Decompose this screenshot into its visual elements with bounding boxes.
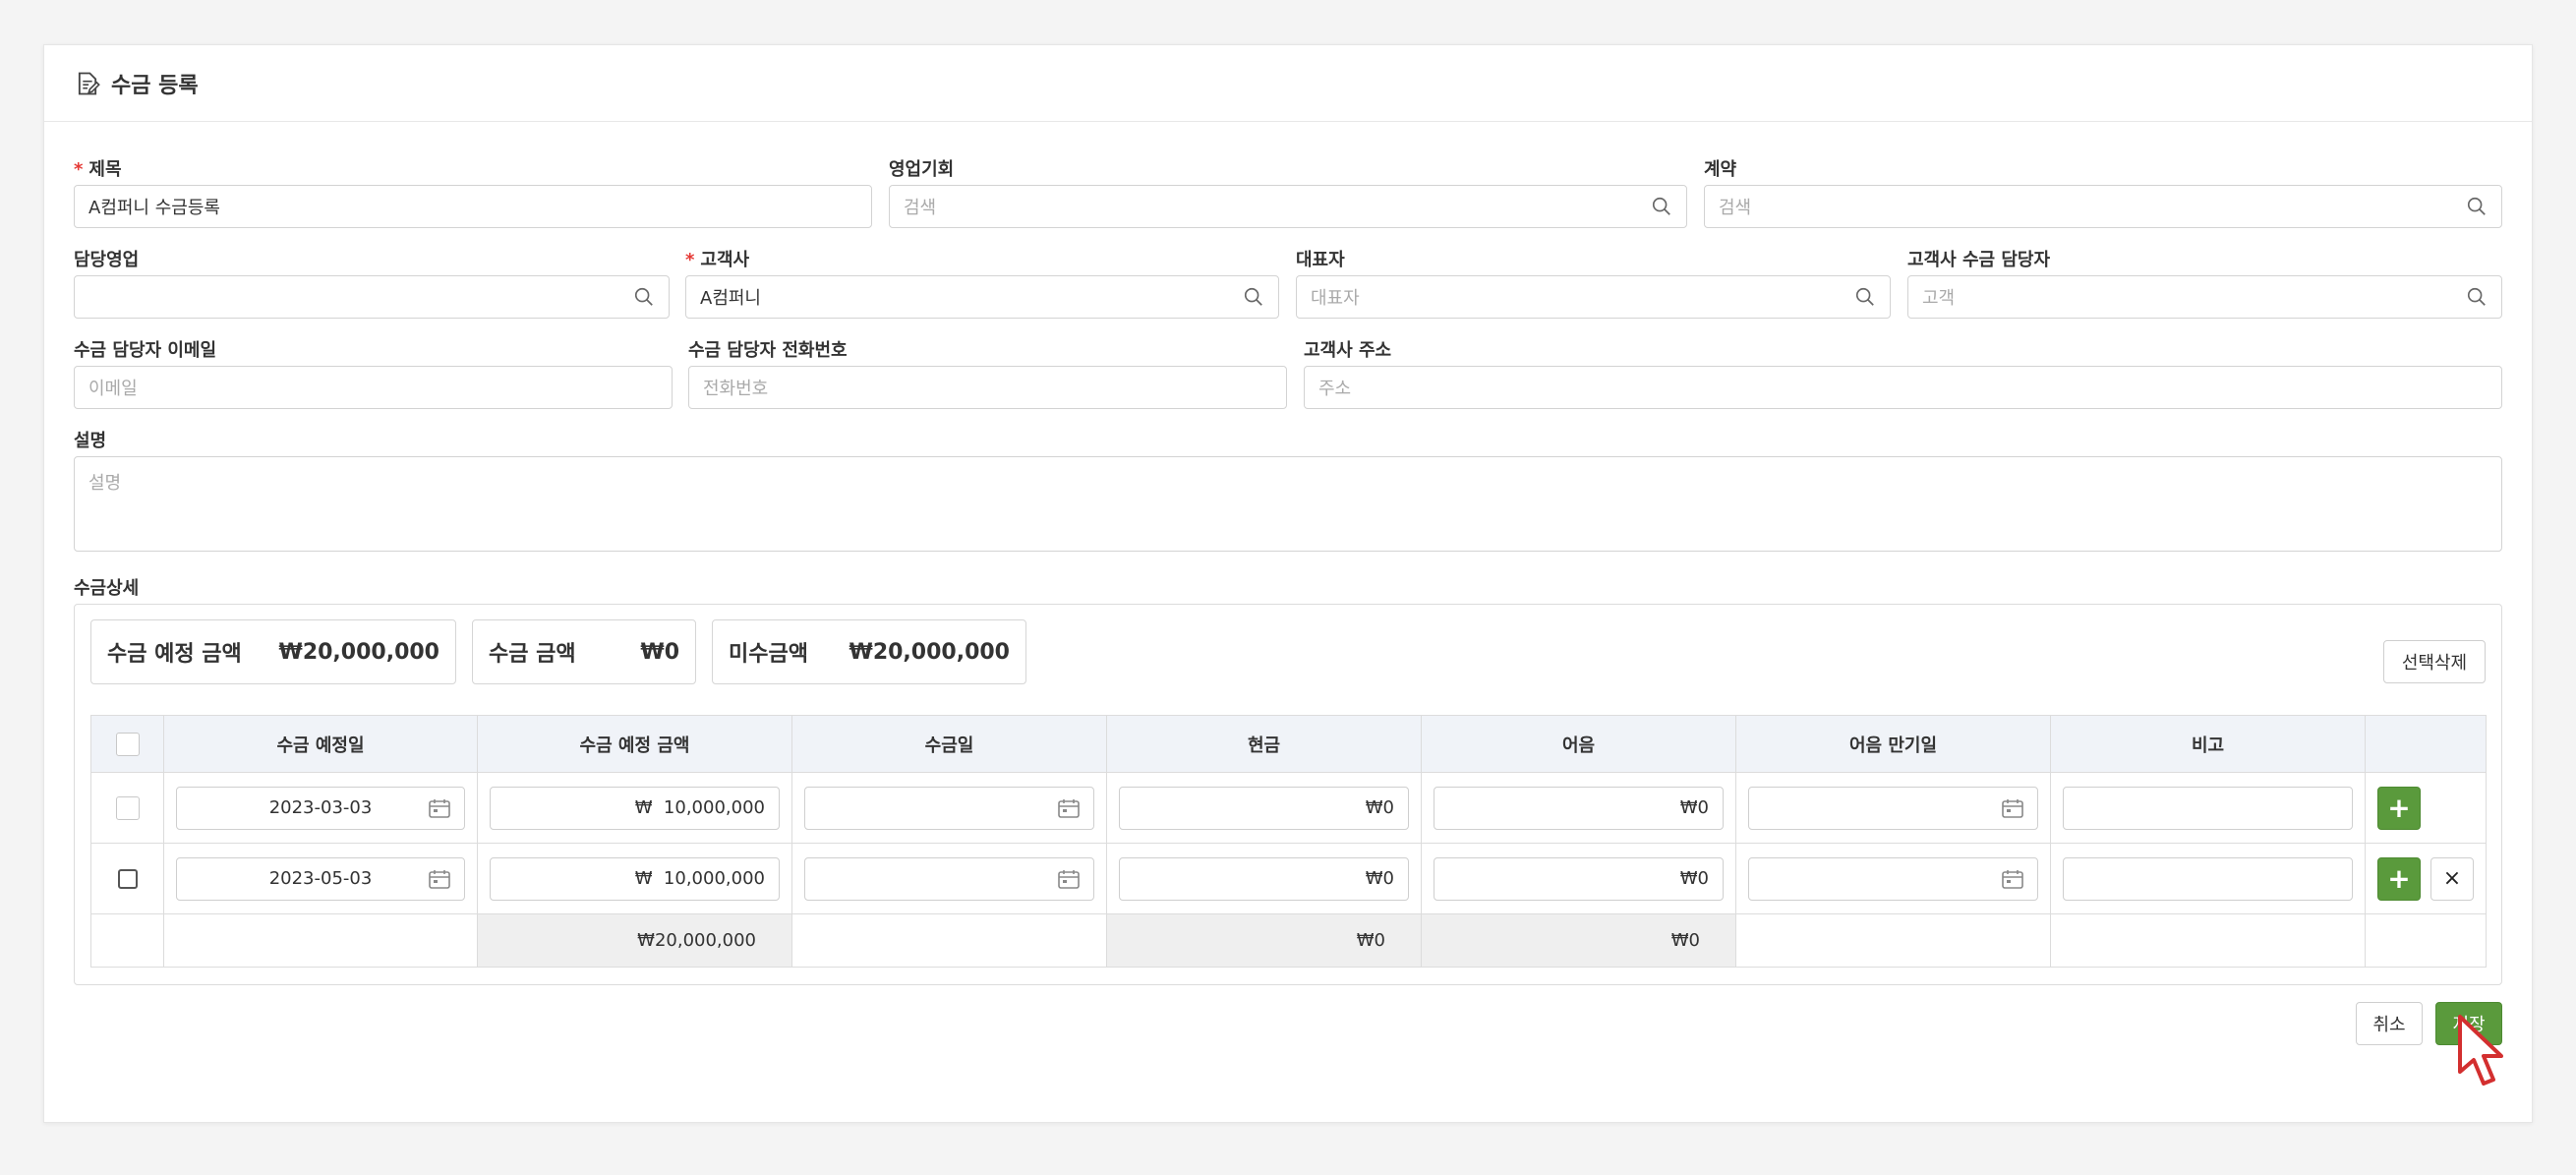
opportunity-search-input[interactable]: 검색	[889, 185, 1687, 228]
contact-email-label: 수금 담당자 이메일	[74, 340, 217, 361]
column-header: 수금일	[791, 715, 1107, 773]
description-label: 설명	[74, 431, 107, 451]
summary-value: ₩20,000,000	[278, 639, 439, 665]
summary-value: ₩20,000,000	[849, 639, 1010, 665]
summary-label: 수금 금액	[489, 642, 576, 667]
page-title: 수금 등록	[111, 73, 199, 98]
column-header: 어음	[1421, 715, 1736, 773]
cancel-button[interactable]: 취소	[2356, 1002, 2423, 1045]
total-note-bill: ₩0	[1670, 930, 1700, 951]
contract-search-input[interactable]: 검색	[1704, 185, 2502, 228]
summary-outstanding-amount: 미수금액 ₩20,000,000	[712, 619, 1026, 684]
actions-header	[2365, 715, 2487, 773]
remark-input[interactable]	[2063, 856, 2353, 901]
search-icon[interactable]	[2466, 196, 2488, 217]
collected-date-input[interactable]	[804, 786, 1094, 830]
summary-collected-amount: 수금 금액 ₩0	[472, 619, 696, 684]
scheduled-date-input[interactable]: 2023-05-03	[176, 856, 465, 901]
document-edit-icon	[78, 72, 100, 94]
remove-row-button[interactable]: ×	[2430, 856, 2474, 901]
column-header: 어음 만기일	[1735, 715, 2051, 773]
calendar-icon[interactable]	[429, 798, 450, 818]
title-input[interactable]: A컴퍼니 수금등록	[74, 185, 872, 228]
collected-date-input[interactable]	[804, 856, 1094, 901]
description-textarea[interactable]: 설명	[74, 456, 2502, 552]
search-icon[interactable]	[633, 286, 655, 308]
calendar-icon[interactable]	[1058, 869, 1080, 889]
scheduled-amount-input[interactable]: ₩ 10,000,000	[490, 786, 780, 830]
search-icon[interactable]	[1854, 286, 1876, 308]
delete-selected-button[interactable]: 선택삭제	[2383, 640, 2486, 683]
customer-label: * 고객사	[685, 250, 750, 270]
add-row-button[interactable]: +	[2377, 856, 2421, 901]
cash-input[interactable]: ₩0	[1119, 856, 1409, 901]
note-bill-input[interactable]: ₩0	[1434, 786, 1724, 830]
summary-label: 미수금액	[729, 642, 808, 667]
scheduled-amount-input[interactable]: ₩ 10,000,000	[490, 856, 780, 901]
table-row: 2023-05-03 ₩ 10,000,000 ₩0 ₩0 + ×	[90, 843, 2487, 914]
calendar-icon[interactable]	[2002, 798, 2023, 818]
mouse-pointer-icon	[2458, 1015, 2503, 1086]
select-all-checkbox[interactable]	[115, 732, 140, 756]
column-header: 수금 예정 금액	[477, 715, 792, 773]
summary-label: 수금 예정 금액	[107, 642, 242, 667]
note-bill-input[interactable]: ₩0	[1434, 856, 1724, 901]
search-icon[interactable]	[2466, 286, 2488, 308]
column-header: 현금	[1106, 715, 1422, 773]
title-label: * 제목	[74, 159, 122, 180]
summary-value: ₩0	[640, 639, 679, 665]
bill-due-date-input[interactable]	[1748, 786, 2038, 830]
summary-scheduled-amount: 수금 예정 금액 ₩20,000,000	[90, 619, 456, 684]
table-row: 2023-03-03 ₩ 10,000,000 ₩0 ₩0 +	[90, 772, 2487, 844]
calendar-icon[interactable]	[1058, 798, 1080, 818]
bill-due-date-input[interactable]	[1748, 856, 2038, 901]
select-all-cell	[90, 715, 164, 773]
column-header: 비고	[2050, 715, 2366, 773]
opportunity-label: 영업기회	[889, 159, 955, 180]
scheduled-date-input[interactable]: 2023-03-03	[176, 786, 465, 830]
representative-label: 대표자	[1296, 250, 1345, 270]
contact-email-input[interactable]: 이메일	[74, 366, 673, 409]
add-row-button[interactable]: +	[2377, 786, 2421, 830]
total-cash: ₩0	[1356, 930, 1385, 951]
remark-input[interactable]	[2063, 786, 2353, 830]
customer-address-input[interactable]: 주소	[1304, 366, 2502, 409]
customer-contact-label: 고객사 수금 담당자	[1907, 250, 2051, 270]
total-scheduled-amount: ₩20,000,000	[637, 930, 756, 951]
search-icon[interactable]	[1243, 286, 1264, 308]
customer-input[interactable]: A컴퍼니	[685, 275, 1279, 319]
contact-phone-label: 수금 담당자 전화번호	[688, 340, 848, 361]
totals-row: ₩20,000,000 ₩0 ₩0	[90, 913, 2487, 968]
sales-rep-label: 담당영업	[74, 250, 140, 270]
cash-input[interactable]: ₩0	[1119, 786, 1409, 830]
customer-contact-input[interactable]: 고객	[1907, 275, 2502, 319]
calendar-icon[interactable]	[2002, 869, 2023, 889]
row-checkbox[interactable]	[117, 868, 138, 889]
search-icon[interactable]	[1651, 196, 1672, 217]
customer-address-label: 고객사 주소	[1304, 340, 1392, 361]
sales-rep-input[interactable]	[74, 275, 670, 319]
collection-table: 수금 예정일 수금 예정 금액 수금일 현금 어음 어음 만기일 비고 2023…	[90, 715, 2487, 968]
contract-label: 계약	[1704, 159, 1737, 180]
panel-header: 수금 등록	[44, 45, 2532, 122]
table-header-row: 수금 예정일 수금 예정 금액 수금일 현금 어음 어음 만기일 비고	[90, 715, 2487, 773]
column-header: 수금 예정일	[163, 715, 478, 773]
contact-phone-input[interactable]: 전화번호	[688, 366, 1287, 409]
representative-input[interactable]: 대표자	[1296, 275, 1891, 319]
calendar-icon[interactable]	[429, 869, 450, 889]
details-section-label: 수금상세	[74, 578, 140, 599]
row-checkbox[interactable]	[115, 795, 140, 820]
